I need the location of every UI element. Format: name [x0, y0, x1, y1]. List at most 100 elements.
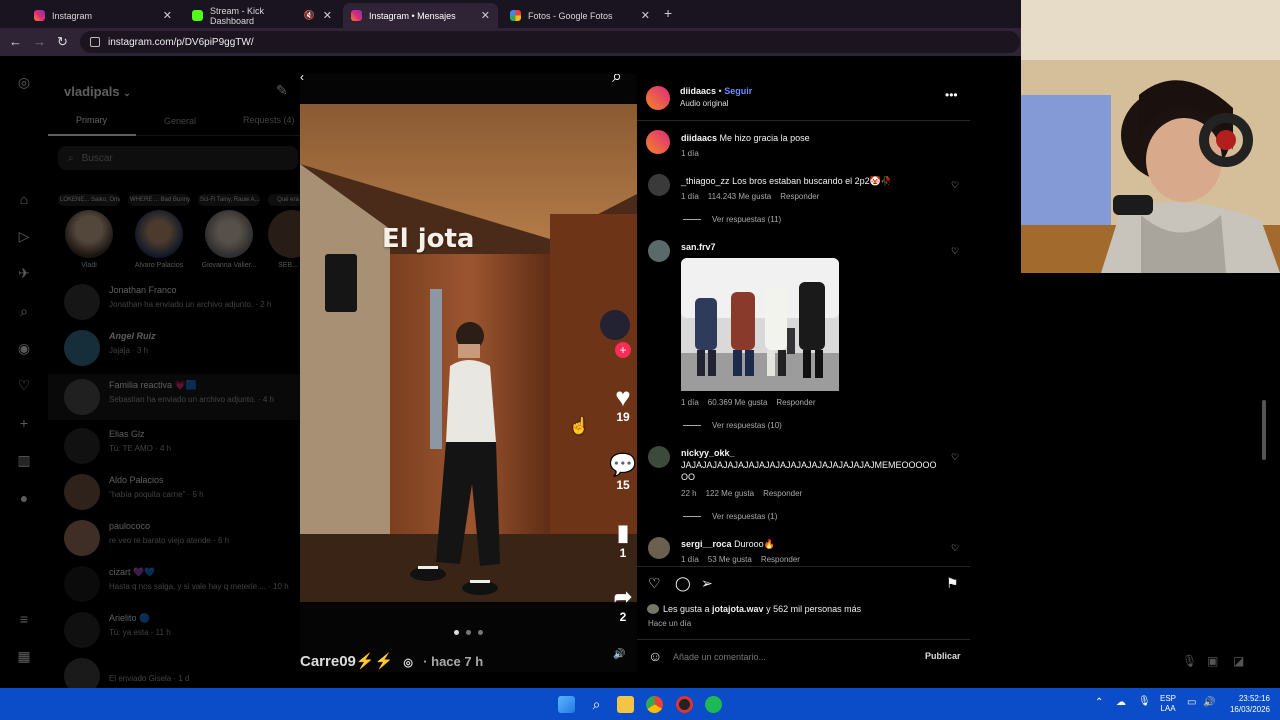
more-options-icon[interactable]: ••• [945, 88, 958, 102]
comment-likes[interactable]: 122 Me gusta [706, 489, 754, 498]
image-icon[interactable]: ▣ [1207, 654, 1218, 668]
reload-icon[interactable]: ↻ [57, 34, 68, 50]
author-username[interactable]: diidaacs [680, 86, 716, 96]
liked-by[interactable]: Les gusta a jotajota.wav y 562 mil perso… [647, 604, 861, 614]
conversation-item[interactable]: Arielito 🔵 Tú: ya esta · 11 h [64, 610, 300, 650]
new-tab-button[interactable]: + [664, 5, 672, 21]
chrome-icon[interactable] [646, 696, 663, 713]
comment-likes[interactable]: 114.243 Me gusta [708, 192, 771, 201]
site-info-icon[interactable] [90, 37, 100, 47]
view-replies-button[interactable]: Ver respuestas (10) [683, 421, 782, 430]
search-icon[interactable]: ⌕ [612, 74, 622, 87]
conversation-item[interactable]: paulococo re veo re barato viejo atende … [64, 518, 300, 558]
save-action[interactable]: ▮ 1 [608, 520, 637, 560]
reply-button[interactable]: Responder [763, 489, 802, 498]
comment-username[interactable]: sergi__roca [681, 539, 732, 549]
caption-username[interactable]: diidaacs [681, 133, 717, 143]
close-tab-icon[interactable]: ✕ [641, 9, 650, 22]
chevron-up-icon[interactable]: ⌃ [1095, 697, 1103, 708]
carousel-dot-active[interactable] [454, 630, 459, 635]
comment-action[interactable]: 💬 15 [608, 452, 637, 492]
back-arrow-icon[interactable]: ← [9, 34, 22, 49]
conversation-item[interactable]: Aldo Palacios "había poquita carne" · 5 … [64, 472, 300, 512]
like-comment-heart-icon[interactable]: ♡ [951, 180, 959, 191]
comment-input[interactable] [673, 648, 913, 665]
start-windows-icon[interactable] [558, 696, 575, 713]
conversation-item[interactable]: Familia reactiva 💗🟦 Sebastian ha enviado… [48, 374, 300, 420]
instagram-logo-icon[interactable]: ◎ [16, 74, 32, 90]
notifications-heart-icon[interactable]: ♡ [16, 377, 32, 393]
comment-likes[interactable]: 60.369 Me gusta [708, 398, 768, 407]
home-icon[interactable]: ⌂ [16, 191, 32, 207]
comment-username[interactable]: nickyy_okk_ [681, 447, 943, 459]
avatar[interactable] [648, 240, 670, 262]
system-clock[interactable]: 23:52:16 16/03/2026 [1222, 693, 1270, 715]
like-heart-icon[interactable]: ♡ [648, 575, 661, 592]
reels-icon[interactable]: ▷ [16, 228, 32, 244]
comment-username[interactable]: san.frv7 [681, 242, 716, 252]
view-replies-button[interactable]: Ver respuestas (11) [683, 215, 781, 224]
liked-by-user[interactable]: jotajota.wav [712, 604, 764, 614]
explore-icon[interactable]: ◉ [16, 340, 32, 356]
close-tab-icon[interactable]: ✕ [323, 9, 332, 22]
emoji-icon[interactable]: ☺ [648, 648, 662, 664]
sticker-icon[interactable]: ◪ [1233, 654, 1244, 668]
address-bar[interactable]: instagram.com/p/DV6piP9ggTW/ [80, 31, 1020, 53]
avatar[interactable] [648, 446, 670, 468]
volume-icon[interactable]: 🔊 [1203, 697, 1215, 708]
search-icon[interactable]: ⌕ [588, 696, 605, 713]
creator-avatar[interactable] [600, 310, 630, 340]
conversation-item[interactable]: El enviado Gisela · 1 d [64, 656, 300, 688]
dm-search-input[interactable]: ⌕ Buscar [58, 146, 298, 170]
forward-arrow-icon[interactable]: → [33, 34, 46, 49]
like-comment-heart-icon[interactable]: ♡ [951, 452, 959, 463]
author-avatar[interactable] [646, 86, 670, 110]
profile-icon[interactable]: ● [16, 490, 32, 506]
carousel-dot[interactable] [478, 630, 483, 635]
volume-icon[interactable]: 🔊 [613, 649, 625, 660]
like-comment-heart-icon[interactable]: ♡ [951, 246, 959, 257]
note-alvaro[interactable]: WHERE ... Bad Bunny Alvaro Palacios [128, 194, 190, 269]
tab-instagram[interactable]: Instagram ✕ [26, 3, 180, 28]
network-icon[interactable]: ▭ [1187, 697, 1196, 708]
microphone-icon[interactable]: 🎙 [1138, 696, 1151, 707]
reply-button[interactable]: Responder [761, 555, 800, 564]
publish-button[interactable]: Publicar [925, 651, 961, 661]
view-replies-button[interactable]: Ver respuestas (1) [683, 512, 777, 521]
conversation-item[interactable]: Elias Glz Tú: TE AMO · 4 h [64, 426, 300, 466]
tab-requests[interactable]: Requests (4) [243, 115, 295, 125]
share-action[interactable]: ➦ 2 [608, 584, 637, 624]
note-vladi[interactable]: LOKENE... Saiko, Omar C... Vladi [58, 194, 120, 269]
follow-plus-icon[interactable]: + [615, 342, 631, 358]
dashboard-icon[interactable]: ▥ [16, 452, 32, 468]
account-switcher[interactable]: vladipals ⌄ [64, 84, 131, 99]
comment-image[interactable] [681, 258, 839, 391]
comment-icon[interactable]: ◯ [675, 575, 691, 592]
carousel-dot[interactable] [466, 630, 471, 635]
also-from-meta-icon[interactable]: ▦ [16, 648, 32, 664]
conversation-item[interactable]: Jonathan Franco Jonathan ha enviado un a… [64, 282, 300, 322]
avatar[interactable] [648, 537, 670, 559]
like-action[interactable]: ♥ 19 [608, 384, 637, 424]
spotify-icon[interactable] [705, 696, 722, 713]
conversation-item[interactable]: cizart 💜💙 Hasta q nos salga, y si vale h… [64, 564, 300, 604]
cloud-icon[interactable]: ☁ [1116, 697, 1126, 708]
reel-video[interactable]: El jota ‹ ⌕ + ♥ 19 💬 15 ▮ 1 ➦ 2 Carre09⚡… [300, 74, 637, 672]
scrollbar[interactable] [1262, 400, 1266, 460]
avatar[interactable] [648, 174, 670, 196]
share-icon[interactable]: ➢ [701, 575, 713, 592]
microphone-icon[interactable]: 🎙 [1182, 654, 1197, 668]
follow-button[interactable]: Seguir [724, 86, 752, 96]
menu-icon[interactable]: ≡ [16, 611, 32, 627]
reply-button[interactable]: Responder [780, 192, 819, 201]
tab-instagram-mensajes[interactable]: Instagram • Mensajes ✕ [343, 3, 498, 28]
search-icon[interactable]: ⌕ [16, 303, 32, 319]
new-message-icon[interactable]: ✎ [276, 82, 288, 99]
muted-audio-icon[interactable]: 🔇 [304, 10, 315, 21]
close-tab-icon[interactable]: ✕ [481, 9, 490, 22]
save-bookmark-icon[interactable]: ⚑ [946, 575, 959, 592]
obs-icon[interactable] [676, 696, 693, 713]
tab-primary[interactable]: Primary [76, 115, 107, 125]
author-avatar[interactable] [646, 130, 670, 154]
messages-icon[interactable]: ✈ [16, 265, 32, 281]
